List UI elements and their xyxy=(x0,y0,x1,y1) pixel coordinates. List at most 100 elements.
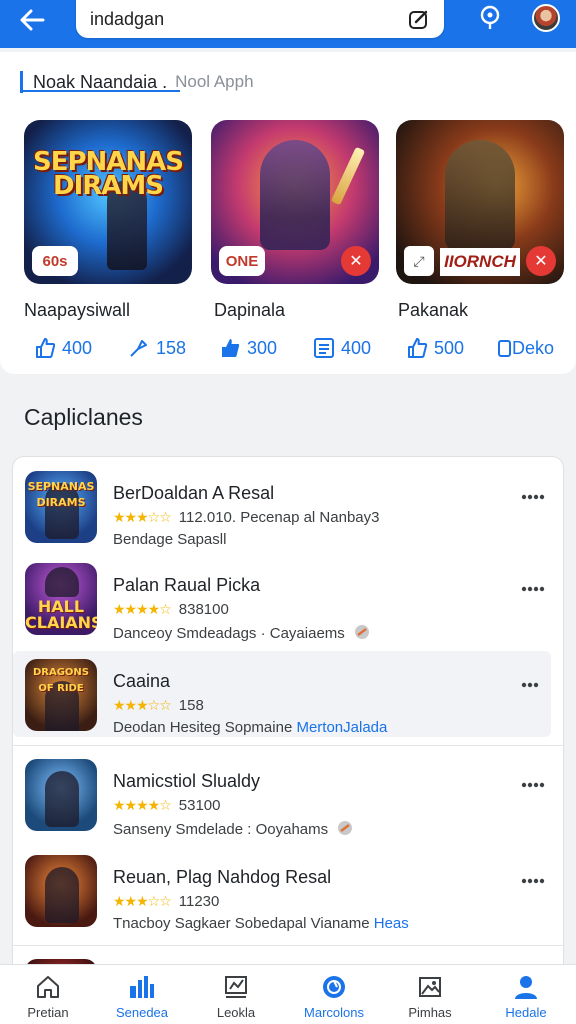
image-icon xyxy=(416,973,444,1001)
stats-row: 400 158 300 400 500 Deko xyxy=(0,332,576,364)
list-item[interactable]: Reuan, Plag Nahdog Resal ★★★☆☆ 11230 Tnac… xyxy=(13,847,563,933)
app-downloads: 53100 xyxy=(178,797,221,814)
app-icon-figure xyxy=(45,567,79,597)
app-list: SEPNANAS DIRAMS BerDoaldan A Resal ★★★☆☆… xyxy=(12,456,564,1024)
card-sword-art xyxy=(330,146,366,206)
app-icon xyxy=(25,855,97,927)
thumbs-up-filled-icon xyxy=(219,337,241,359)
list-divider xyxy=(13,945,563,946)
globe-icon xyxy=(320,973,348,1001)
more-options-icon[interactable] xyxy=(519,775,547,795)
card-badge: IIORNCH xyxy=(440,248,520,276)
nav-item-gallery[interactable]: Pimhas xyxy=(390,965,470,1024)
avatar[interactable] xyxy=(532,4,560,32)
app-category-text: Sanseny Smdelade : Ooyahams xyxy=(113,821,329,838)
nav-label: Senedea xyxy=(115,1005,169,1020)
app-name: Caaina xyxy=(113,671,171,691)
app-icon-title: HALL CLAIANS xyxy=(25,597,97,632)
app-icon xyxy=(25,759,97,831)
featured-cards: SEPNANAS DIRAMS 60s ONE ✕ ⤢ IIORNCH ✕ Na… xyxy=(24,120,564,320)
stat-value: Deko xyxy=(512,337,555,358)
nav-item-apps[interactable]: Senedea xyxy=(102,965,182,1024)
more-options-icon[interactable] xyxy=(519,675,547,695)
back-arrow-icon[interactable] xyxy=(14,6,50,34)
link-icon xyxy=(498,337,512,359)
nav-item-home[interactable]: Pretian xyxy=(8,965,88,1024)
app-category-text: Deodan Hesiteg Sopmaine xyxy=(113,719,293,736)
app-name: Palan Raual Picka xyxy=(113,575,261,595)
rating-stars: ★★★★☆ xyxy=(113,601,172,617)
rating-stars: ★★★☆☆ xyxy=(113,893,172,909)
more-options-icon[interactable] xyxy=(519,871,547,891)
card-title[interactable]: Naapaysiwall xyxy=(24,300,130,321)
featured-card[interactable]: ONE ✕ xyxy=(211,120,379,284)
edit-icon[interactable] xyxy=(406,6,432,32)
app-category-text: Tnacboy Sagkaer Sobedapal Vianame xyxy=(113,915,370,932)
app-downloads: 838100 xyxy=(178,601,229,618)
app-icon-title: DRAGONS OF RIDE xyxy=(32,667,90,694)
nav-label: Hedale xyxy=(505,1005,547,1020)
stat-item[interactable]: 500 xyxy=(406,332,464,364)
app-name: BerDoaldan A Resal xyxy=(113,483,275,503)
list-item[interactable]: Namicstiol Slualdy ★★★★☆ 53100 Sanseny Sm… xyxy=(13,751,563,838)
app-downloads: 158 xyxy=(178,697,204,714)
nav-label: Pimhas xyxy=(408,1005,452,1020)
tab-new-apps[interactable]: Nool Apph xyxy=(175,72,253,92)
download-icon[interactable] xyxy=(336,819,354,837)
app-meta: ★★★☆☆ 158 xyxy=(113,697,204,714)
search-input[interactable] xyxy=(90,6,390,32)
nav-label: Leokla xyxy=(216,1005,256,1020)
app-icon-title: SEPNANAS DIRAMS xyxy=(27,480,95,509)
close-icon[interactable]: ✕ xyxy=(341,246,371,276)
nav-item-explore[interactable]: Marcolons xyxy=(294,965,374,1024)
featured-card[interactable]: SEPNANAS DIRAMS 60s xyxy=(24,120,192,284)
card-title[interactable]: Dapinala xyxy=(214,300,285,321)
card-art-title: SEPNANAS DIRAMS xyxy=(32,147,184,201)
nav-item-profile[interactable]: Hedale xyxy=(486,965,566,1024)
app-meta: ★★★★☆ 838100 xyxy=(113,601,229,618)
card-badge: 60s xyxy=(32,246,78,276)
featured-card[interactable]: ⤢ IIORNCH ✕ xyxy=(396,120,564,284)
tab-underline xyxy=(20,90,180,92)
apps-icon xyxy=(128,973,156,1001)
list-item[interactable]: HALL CLAIANS Palan Raual Picka ★★★★☆ 8381… xyxy=(13,555,563,642)
card-badge: ONE xyxy=(219,246,265,276)
app-category-text: Danceoy Smdeadags · Cayaiaems xyxy=(113,625,345,642)
stat-item[interactable]: Deko xyxy=(498,332,554,364)
stat-item[interactable]: 300 xyxy=(219,332,277,364)
search-bar[interactable] xyxy=(76,0,444,38)
person-icon xyxy=(512,973,540,1001)
thumbs-up-icon xyxy=(34,337,56,359)
app-name: Namicstiol Slualdy xyxy=(113,771,261,791)
close-icon[interactable]: ✕ xyxy=(526,246,556,276)
app-category: Danceoy Smdeadags · Cayaiaems xyxy=(113,623,371,642)
download-icon[interactable] xyxy=(353,623,371,641)
app-publisher-link[interactable]: Heas xyxy=(374,915,409,932)
location-pin-icon[interactable] xyxy=(476,4,504,32)
share-icon xyxy=(128,337,150,359)
stat-item[interactable]: 158 xyxy=(128,332,186,364)
nav-label: Marcolons xyxy=(304,1005,364,1020)
home-icon xyxy=(34,973,62,1001)
list-item[interactable]: DRAGONS OF RIDE Caaina ★★★☆☆ 158 Deodan H… xyxy=(13,651,551,737)
app-downloads: 112.010. Pecenap al Nanbay3 xyxy=(178,509,380,526)
more-options-icon[interactable] xyxy=(519,579,547,599)
app-icon-figure xyxy=(45,867,79,923)
stat-item[interactable]: 400 xyxy=(313,332,371,364)
list-item[interactable]: SEPNANAS DIRAMS BerDoaldan A Resal ★★★☆☆… xyxy=(13,463,563,549)
app-category: Deodan Hesiteg Sopmaine MertonJalada xyxy=(113,719,387,736)
stat-item[interactable]: 400 xyxy=(34,332,92,364)
app-downloads: 11230 xyxy=(178,893,220,910)
app-category: Sanseny Smdelade : Ooyahams xyxy=(113,819,354,838)
list-divider xyxy=(13,745,563,746)
rating-stars: ★★★★☆ xyxy=(113,797,172,813)
card-title[interactable]: Pakanak xyxy=(398,300,468,321)
card-artwork xyxy=(445,140,515,250)
nav-item-charts[interactable]: Leokla xyxy=(196,965,276,1024)
app-publisher-link[interactable]: MertonJalada xyxy=(296,719,387,736)
rating-stars: ★★★☆☆ xyxy=(113,509,172,525)
expand-icon[interactable]: ⤢ xyxy=(404,246,434,276)
app-name: Reuan, Plag Nahdog Resal xyxy=(113,867,332,887)
more-options-icon[interactable] xyxy=(519,487,547,507)
stat-value: 400 xyxy=(62,337,93,358)
